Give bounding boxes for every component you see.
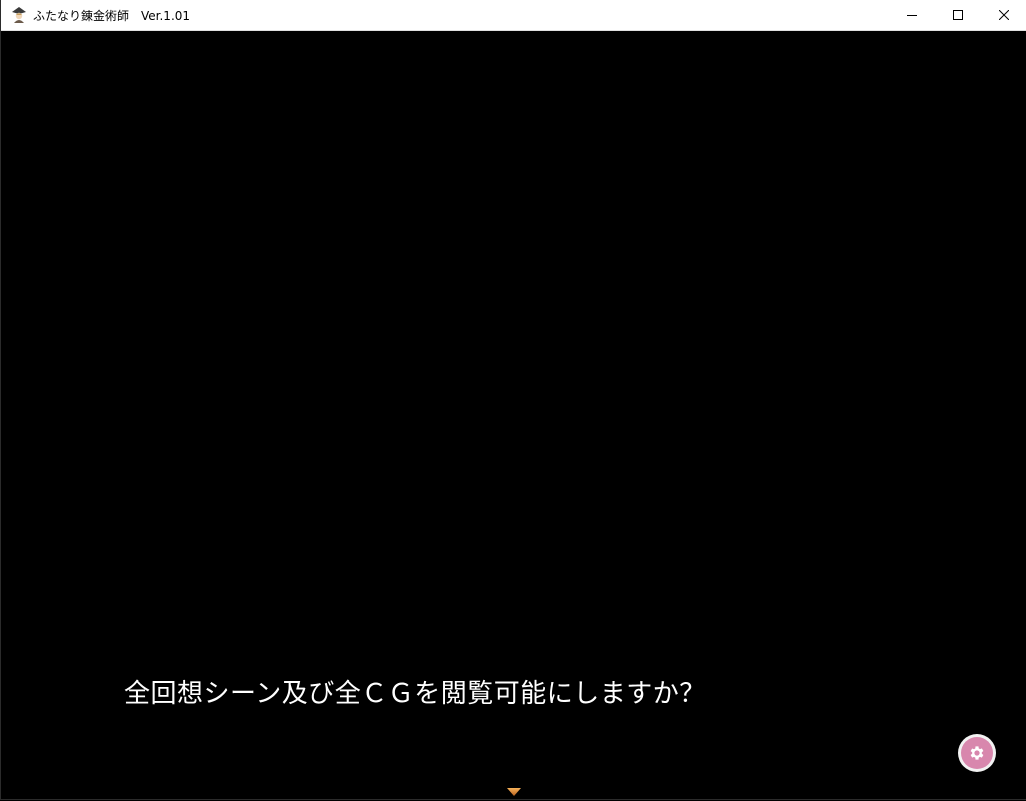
title-bar[interactable]: ふたなり錬金術師 Ver.1.01: [1, 0, 1026, 31]
settings-button[interactable]: [958, 734, 996, 772]
maximize-button[interactable]: [935, 0, 981, 30]
minimize-button[interactable]: [889, 0, 935, 30]
settings-button-face: [961, 737, 993, 769]
maximize-icon: [953, 10, 963, 20]
close-button[interactable]: [981, 0, 1026, 30]
game-window: ふたなり錬金術師 Ver.1.01 全回想シーン及び全ＣＧを閲覧可能にしますか？: [0, 0, 1026, 800]
triangle-down-icon: [507, 788, 521, 796]
alchemist-app-icon[interactable]: [10, 6, 28, 24]
dialogue-message: 全回想シーン及び全ＣＧを閲覧可能にしますか？: [124, 679, 706, 709]
game-canvas[interactable]: 全回想シーン及び全ＣＧを閲覧可能にしますか？: [2, 31, 1026, 799]
gear-icon: [970, 746, 984, 760]
next-message-indicator: [506, 782, 522, 796]
minimize-icon: [907, 15, 917, 16]
close-icon: [999, 10, 1009, 20]
window-title: ふたなり錬金術師 Ver.1.01: [33, 9, 191, 23]
